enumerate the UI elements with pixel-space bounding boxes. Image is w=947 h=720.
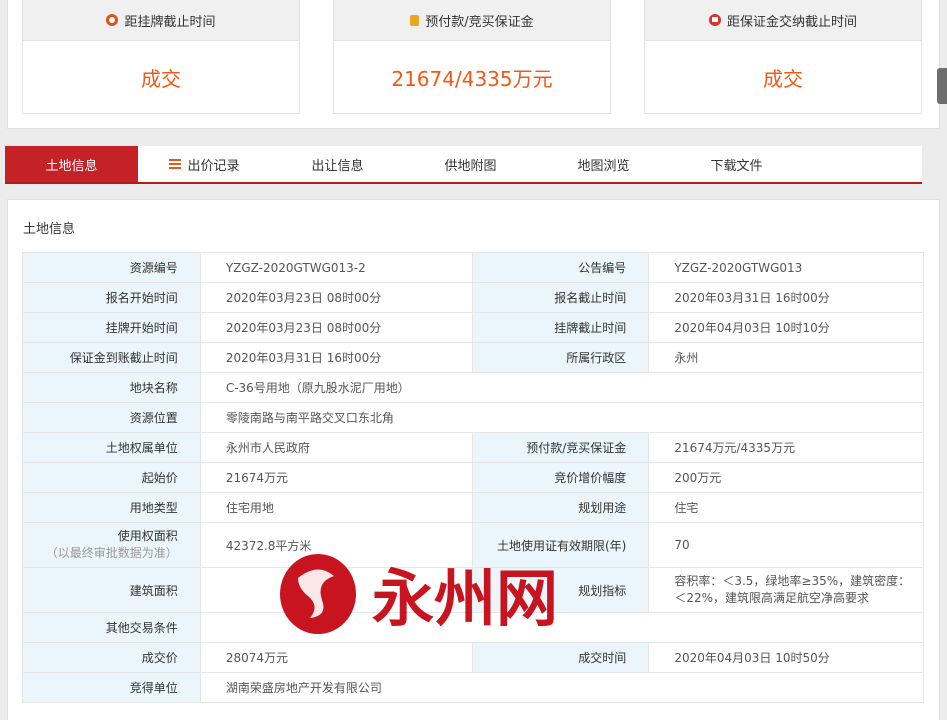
field-label-note: （以最终审批数据为准）	[45, 546, 178, 560]
tab-land-info[interactable]: 土地信息	[5, 146, 138, 182]
listing-deadline-card: 距挂牌截止时间 成交	[22, 0, 300, 114]
table-row: 建筑面积 规划指标 容积率：＜3.5，绿地率≥35%，建筑密度：＜22%，建筑限…	[23, 568, 925, 613]
land-info-panel: 土地信息 资源编号 YZGZ-2020GTWG013-2 公告编号 YZGZ-2…	[7, 199, 940, 720]
field-value: 2020年03月31日 16时00分	[649, 283, 924, 312]
field-label: 其他交易条件	[23, 613, 201, 642]
field-label: 规划指标	[472, 568, 650, 612]
card-label: 距挂牌截止时间	[124, 14, 216, 30]
field-value: 永州	[649, 343, 924, 372]
tab-bar: 土地信息 出价记录 出让信息 供地附图 地图浏览 下载文件	[5, 146, 922, 184]
field-value: 200万元	[649, 463, 924, 492]
field-label: 成交时间	[472, 643, 650, 672]
table-row: 成交价 28074万元 成交时间 2020年04月03日 10时50分	[23, 643, 924, 673]
field-value: C-36号用地（原九股水泥厂用地）	[201, 373, 924, 402]
deposit-card: 预付款/竞买保证金 21674/4335万元	[333, 0, 611, 114]
field-label: 所属行政区	[472, 343, 650, 372]
field-value: 42372.8平方米	[201, 523, 473, 567]
field-value: 2020年03月23日 08时00分	[201, 313, 473, 342]
field-label: 规划用途	[472, 493, 650, 522]
field-value	[201, 613, 924, 642]
table-row: 起始价 21674万元 竞价增价幅度 200万元	[23, 463, 924, 493]
land-info-table: 资源编号 YZGZ-2020GTWG013-2 公告编号 YZGZ-2020GT…	[22, 252, 925, 703]
field-label: 竞得单位	[23, 673, 201, 702]
field-label: 地块名称	[23, 373, 201, 402]
field-label: 土地权属单位	[23, 433, 201, 462]
field-label: 使用权面积 （以最终审批数据为准）	[23, 523, 201, 567]
field-value: 住宅用地	[201, 493, 473, 522]
field-label: 预付款/竞买保证金	[472, 433, 650, 462]
field-value: 70	[649, 523, 924, 567]
card-label: 预付款/竞买保证金	[425, 14, 534, 30]
table-row: 用地类型 住宅用地 规划用途 住宅	[23, 493, 924, 523]
field-value: 2020年04月03日 10时10分	[649, 313, 924, 342]
tab-bid-records[interactable]: 出价记录	[138, 146, 271, 182]
calendar-icon	[708, 14, 721, 26]
table-row: 资源位置 零陵南路与南平路交叉口东北角	[23, 403, 924, 433]
table-row: 保证金到账截止时间 2020年03月31日 16时00分 所属行政区 永州	[23, 343, 924, 373]
table-row: 报名开始时间 2020年03月23日 08时00分 报名截止时间 2020年03…	[23, 283, 924, 313]
field-value: 住宅	[649, 493, 924, 522]
table-row: 地块名称 C-36号用地（原九股水泥厂用地）	[23, 373, 924, 403]
field-label: 公告编号	[472, 253, 650, 282]
panel-title: 土地信息	[23, 222, 76, 237]
table-row: 竞得单位 湖南荣盛房地产开发有限公司	[23, 673, 924, 703]
clock-icon	[106, 14, 119, 26]
field-value	[201, 568, 473, 612]
field-label: 竞价增价幅度	[472, 463, 650, 492]
tab-land-maps[interactable]: 供地附图	[404, 146, 537, 182]
field-value: 零陵南路与南平路交叉口东北角	[201, 403, 924, 432]
field-value: 2020年03月23日 08时00分	[201, 283, 473, 312]
field-value: 永州市人民政府	[201, 433, 473, 462]
field-value: 容积率：＜3.5，绿地率≥35%，建筑密度：＜22%，建筑限高满足航空净高要求	[649, 568, 925, 612]
field-label: 用地类型	[23, 493, 201, 522]
field-value: 湖南荣盛房地产开发有限公司	[201, 673, 924, 702]
field-value: 21674万元/4335万元	[649, 433, 924, 462]
deposit-deadline-card: 距保证金交纳截止时间 成交	[644, 0, 922, 114]
field-label: 建筑面积	[23, 568, 201, 612]
field-label: 挂牌截止时间	[472, 313, 650, 342]
card-value: 成交	[763, 66, 803, 91]
field-label: 起始价	[23, 463, 201, 492]
field-value: YZGZ-2020GTWG013-2	[201, 253, 473, 282]
field-value: 21674万元	[201, 463, 473, 492]
list-icon	[169, 159, 182, 169]
card-label: 距保证金交纳截止时间	[726, 14, 857, 30]
tab-map-browse[interactable]: 地图浏览	[537, 146, 670, 182]
side-float-tab[interactable]	[937, 68, 947, 104]
table-row: 土地权属单位 永州市人民政府 预付款/竞买保证金 21674万元/4335万元	[23, 433, 924, 463]
table-row: 使用权面积 （以最终审批数据为准） 42372.8平方米 土地使用证有效期限(年…	[23, 523, 924, 568]
field-value: 2020年03月31日 16时00分	[201, 343, 473, 372]
field-value: 2020年04月03日 10时50分	[649, 643, 924, 672]
field-label: 土地使用证有效期限(年)	[472, 523, 650, 567]
tab-transfer-info[interactable]: 出让信息	[271, 146, 404, 182]
field-label: 成交价	[23, 643, 201, 672]
tab-download-files[interactable]: 下载文件	[670, 146, 803, 182]
field-label: 报名截止时间	[472, 283, 650, 312]
field-label: 报名开始时间	[23, 283, 201, 312]
field-value: YZGZ-2020GTWG013	[649, 253, 924, 282]
card-value: 21674/4335万元	[391, 66, 553, 91]
table-row: 资源编号 YZGZ-2020GTWG013-2 公告编号 YZGZ-2020GT…	[23, 253, 924, 283]
field-label: 资源位置	[23, 403, 201, 432]
field-value: 28074万元	[201, 643, 473, 672]
table-row: 其他交易条件	[23, 613, 924, 643]
card-value: 成交	[141, 66, 181, 91]
coin-icon	[410, 14, 420, 26]
table-row: 挂牌开始时间 2020年03月23日 08时00分 挂牌截止时间 2020年04…	[23, 313, 924, 343]
auction-status-panel: 距挂牌截止时间 成交 预付款/竞买保证金 21674/4335万元 距保证金交纳…	[7, 0, 940, 129]
field-label: 挂牌开始时间	[23, 313, 201, 342]
field-label: 资源编号	[23, 253, 201, 282]
field-label: 保证金到账截止时间	[23, 343, 201, 372]
